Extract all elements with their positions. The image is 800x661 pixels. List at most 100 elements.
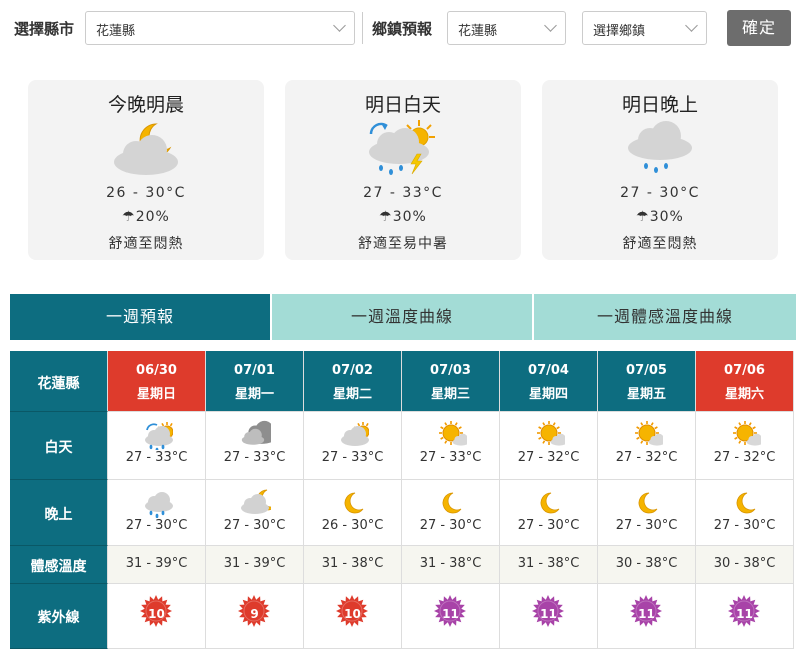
feel-temperature-cell: 30 - 38°C	[696, 546, 794, 584]
day-weekday: 星期二	[332, 387, 372, 402]
uv-index-cell: 11	[402, 584, 500, 649]
card-title: 明日晚上	[621, 94, 698, 116]
thunder-shower-icon	[369, 120, 435, 175]
card-title: 明日白天	[364, 94, 441, 116]
day-header: 07/06 星期六	[696, 351, 794, 412]
night-weather-cell: 27 - 30°C	[500, 480, 598, 546]
card-temperature: 27 - 30°C	[620, 185, 700, 201]
day-weekday: 星期一	[234, 387, 274, 402]
county-select[interactable]: 花蓮縣	[85, 11, 355, 45]
night-temperature: 26 - 30°C	[321, 518, 384, 533]
shower-icon	[628, 121, 692, 173]
weekly-forecast-table: 花蓮縣 白天 晚上 體感溫度 紫外線 06/30 星期日 27 - 33°C 2…	[10, 351, 796, 649]
row-label-feel: 體感溫度	[10, 546, 108, 584]
night-weather-cell: 27 - 30°C	[108, 480, 206, 546]
cloudy-night-icon	[114, 123, 178, 175]
day-temperature: 27 - 32°C	[713, 450, 776, 465]
day-weekday: 星期六	[724, 387, 764, 402]
sunny-cloud-icon	[635, 421, 663, 446]
day-temperature: 27 - 33°C	[125, 450, 188, 465]
tab-feel-temperature-curve[interactable]: 一週體感溫度曲線	[534, 294, 796, 340]
feel-temperature-cell: 31 - 38°C	[304, 546, 402, 584]
day-date: 06/30	[136, 363, 177, 378]
day-weather-cell: 27 - 32°C	[500, 412, 598, 480]
day-weather-cell: 27 - 33°C	[206, 412, 304, 480]
divider	[362, 12, 363, 44]
card-comfort: 舒適至易中暑	[358, 236, 448, 252]
forecast-card-tomorrow-day: 明日白天 27 - 33°C ☂30% 舒適至易中暑	[285, 80, 521, 260]
day-header: 07/01 星期一	[206, 351, 304, 412]
row-label-day: 白天	[10, 412, 108, 480]
town-county-select-value: 花蓮縣	[458, 24, 498, 39]
row-label-uv: 紫外線	[10, 584, 108, 649]
feel-temperature-cell: 31 - 39°C	[108, 546, 206, 584]
card-temperature: 27 - 33°C	[363, 185, 443, 201]
day-date: 07/04	[528, 363, 569, 378]
day-weekday: 星期日	[136, 387, 176, 402]
county-header: 花蓮縣	[10, 351, 108, 412]
location-selector-bar: 選擇縣市 花蓮縣 鄉鎮預報 花蓮縣 選擇鄉鎮 確定	[0, 0, 800, 56]
night-weather-cell: 27 - 30°C	[402, 480, 500, 546]
day-weekday: 星期四	[528, 387, 568, 402]
day-weather-cell: 27 - 32°C	[598, 412, 696, 480]
night-temperature: 27 - 30°C	[419, 518, 482, 533]
sunny-cloud-icon	[537, 421, 565, 446]
partly-sunny-rain-icon	[145, 422, 173, 450]
day-temperature: 27 - 32°C	[517, 450, 580, 465]
cloudy-icon	[241, 420, 271, 445]
night-weather-cell: 27 - 30°C	[206, 480, 304, 546]
day-date: 07/06	[724, 363, 765, 378]
night-temperature: 27 - 30°C	[223, 518, 286, 533]
row-label-night: 晚上	[10, 480, 108, 546]
day-weather-cell: 27 - 33°C	[304, 412, 402, 480]
chevron-down-icon	[544, 19, 557, 32]
feel-temperature-cell: 31 - 38°C	[500, 546, 598, 584]
card-comfort: 舒適至悶熱	[108, 236, 184, 252]
chevron-down-icon	[333, 19, 346, 32]
partly-sunny-icon	[341, 422, 369, 446]
uv-index-cell: 11	[500, 584, 598, 649]
uv-index-value: 11	[442, 607, 459, 621]
day-header: 07/04 星期四	[500, 351, 598, 412]
night-temperature: 27 - 30°C	[615, 518, 678, 533]
day-date: 07/02	[332, 363, 373, 378]
uv-index-value: 9	[250, 607, 259, 621]
night-temperature: 27 - 30°C	[125, 518, 188, 533]
tab-temperature-curve[interactable]: 一週溫度曲線	[272, 294, 532, 340]
day-weekday: 星期五	[626, 387, 666, 402]
night-weather-cell: 27 - 30°C	[598, 480, 696, 546]
day-weather-cell: 27 - 33°C	[108, 412, 206, 480]
day-temperature: 27 - 32°C	[615, 450, 678, 465]
county-label: 選擇縣市	[14, 20, 75, 38]
day-weekday: 星期三	[430, 387, 470, 402]
moon-icon	[442, 492, 462, 514]
moon-icon	[540, 492, 560, 514]
card-rain-chance: ☂30%	[636, 209, 684, 225]
uv-index-cell: 11	[598, 584, 696, 649]
confirm-button[interactable]: 確定	[727, 10, 791, 46]
day-weather-cell: 27 - 33°C	[402, 412, 500, 480]
uv-index-value: 11	[638, 607, 655, 621]
night-weather-cell: 27 - 30°C	[696, 480, 794, 546]
forecast-card-tonight: 今晚明晨 26 - 30°C ☂20% 舒適至悶熱	[28, 80, 264, 260]
town-select[interactable]: 選擇鄉鎮	[582, 11, 707, 45]
day-weather-cell: 27 - 32°C	[696, 412, 794, 480]
day-date: 07/05	[626, 363, 667, 378]
uv-index-cell: 11	[696, 584, 794, 649]
card-title: 今晚明晨	[107, 94, 184, 116]
tab-weekly-forecast[interactable]: 一週預報	[10, 294, 270, 340]
day-header: 06/30 星期日	[108, 351, 206, 412]
card-rain-chance: ☂30%	[379, 209, 427, 225]
card-temperature: 26 - 30°C	[106, 185, 186, 201]
town-select-value: 選擇鄉鎮	[593, 24, 646, 39]
town-county-select[interactable]: 花蓮縣	[447, 11, 566, 45]
card-rain-chance: ☂20%	[122, 209, 170, 225]
uv-index-value: 10	[344, 607, 361, 621]
night-temperature: 27 - 30°C	[713, 518, 776, 533]
day-temperature: 27 - 33°C	[321, 450, 384, 465]
night-weather-cell: 26 - 30°C	[304, 480, 402, 546]
moon-icon	[638, 492, 658, 514]
moon-icon	[344, 492, 364, 514]
cloudy-rain-icon	[145, 492, 173, 518]
chevron-down-icon	[685, 19, 698, 32]
